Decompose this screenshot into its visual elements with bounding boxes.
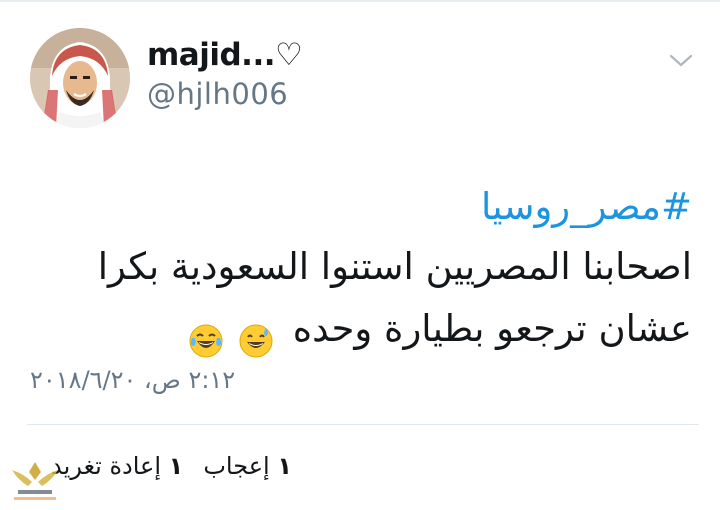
tweet-line-2-wrap: عشان ترجعو بطيارة وحده xyxy=(32,298,692,362)
retweets-stat[interactable]: ١ إعادة تغريد xyxy=(51,452,183,480)
retweets-count: ١ xyxy=(168,452,184,480)
stats-divider xyxy=(27,424,699,425)
tweet-line-2: عشان ترجعو بطيارة وحده xyxy=(292,307,692,350)
chevron-down-icon[interactable] xyxy=(668,50,694,70)
likes-count: ١ xyxy=(277,452,292,480)
tweet-timestamp[interactable]: ٢:١٢ ص، ٢٠١٨/٦/٢٠ xyxy=(30,366,290,394)
grinning-sweat-emoji xyxy=(239,315,273,358)
tweet-text: #مصر_روسيا اصحابنا المصريين استنوا السعو… xyxy=(32,178,692,362)
hashtag-link[interactable]: #مصر_روسيا xyxy=(32,178,692,236)
likes-label: إعجاب xyxy=(203,452,270,480)
user-handle[interactable]: @hjlh006 xyxy=(147,77,288,111)
avatar[interactable] xyxy=(30,28,130,128)
likes-stat[interactable]: ١ إعجاب xyxy=(203,452,292,480)
display-name[interactable]: majid...♡ xyxy=(147,37,303,73)
tweet-line-1: اصحابنا المصريين استنوا السعودية بكرا xyxy=(97,245,692,288)
watermark-logo xyxy=(8,458,62,506)
retweets-label: إعادة تغريد xyxy=(51,452,162,480)
emoji-group xyxy=(185,300,273,362)
top-divider xyxy=(0,0,720,2)
tears-of-joy-emoji xyxy=(189,315,223,358)
